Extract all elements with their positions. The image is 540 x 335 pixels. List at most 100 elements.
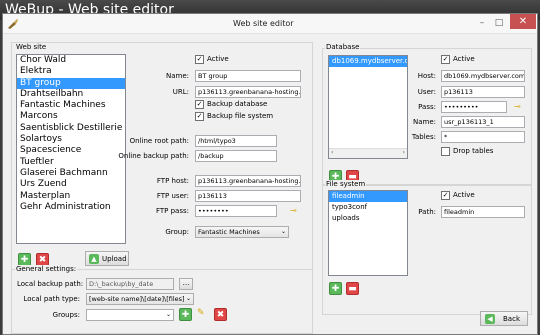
website-list-item[interactable]: Fantastic Machines [17,100,125,111]
local-path-type-select[interactable]: [web-site name]\[date]\[files] ⌄ [86,293,194,305]
group-select[interactable]: Fantastic Machines ⌄ [195,226,289,238]
add-group-button[interactable]: ✚ [179,308,192,321]
website-list-item[interactable]: Tueftler [17,157,125,168]
ftp-user-label: FTP user: [156,192,189,200]
remove-group-button[interactable]: ✖ [214,308,227,321]
browse-button[interactable]: ... [179,278,193,290]
fs-active-label: Active [453,191,475,199]
minimize-button[interactable]: – [475,17,489,29]
ftp-user-input[interactable]: p136113 [195,190,301,202]
filesystem-list-item[interactable]: uploads [329,213,407,224]
drop-tables-checkbox[interactable] [441,147,450,156]
website-list-item[interactable]: Drahtseilbahn [17,89,125,100]
website-list-item[interactable]: Spacescience [17,145,125,156]
website-group-label: Web site [15,43,48,51]
db-name-label: Name: [412,118,436,126]
ftp-host-label: FTP host: [156,177,189,185]
local-path-type-label: Local path type: [23,295,80,303]
group-label: Group: [165,228,189,236]
website-list-item[interactable]: BT group [17,77,125,89]
website-list-item[interactable]: Chor Wald [17,55,125,66]
maximize-button[interactable]: □ [492,17,506,29]
website-list-item[interactable]: Saentisblick Destillerie [17,123,125,134]
scroll-right-icon[interactable]: › [403,149,405,156]
close-button[interactable]: ✕ [510,14,536,29]
remove-filesystem-button[interactable]: ▬ [346,282,359,295]
db-tables-label: Tables: [411,133,436,141]
db-host-input[interactable]: db1069.mydbserver.com [441,70,525,82]
name-label: Name: [165,72,189,80]
local-path-type-value: [web-site name]\[date]\[files] [89,295,185,303]
app-icon [8,19,18,29]
backup-database-label: Backup database [207,100,268,108]
website-list-item[interactable]: Masterplan [17,191,125,202]
ftp-pass-label: FTP pass: [155,207,189,215]
db-user-input[interactable]: p136113 [441,86,525,98]
online-root-label: Online root path: [129,137,189,145]
db-name-input[interactable]: usr_p136113_1 [441,116,525,128]
group-select-value: Fantastic Machines [198,228,260,236]
local-backup-label: Local backup path: [17,280,84,288]
fs-active-checkbox[interactable]: ✓ [441,191,450,200]
db-host-label: Host: [417,72,436,80]
name-input[interactable]: BT group [195,70,301,82]
fs-path-input[interactable]: fileadmin [441,206,525,218]
backup-database-checkbox[interactable]: ✓ [195,100,204,109]
upload-button[interactable]: ▲ Upload [85,251,129,266]
filesystem-group-label: File system [325,180,367,188]
website-list[interactable]: Chor Wald Elektra BT group Drahtseilbahn Fan… [16,54,126,244]
window-title: Web site editor [233,19,294,28]
db-user-label: User: [417,88,436,96]
database-list[interactable]: db1069.mydbserver.com‹› [328,55,408,159]
db-tables-input[interactable]: * [441,131,525,143]
database-list-scrollbar[interactable]: ‹ › [329,148,407,158]
filesystem-list[interactable]: fileadmin typo3conf uploads [328,190,408,276]
ftp-host-input[interactable]: p136113.greenbanana-hosting.com [195,175,301,187]
ftp-pass-input[interactable]: •••••••• [195,205,277,217]
online-backup-label: Online backup path: [118,152,189,160]
chevron-down-icon: ⌄ [280,228,286,235]
general-settings-label: General settings: [15,265,78,273]
backup-filesystem-label: Backup file system [207,112,274,120]
chevron-down-icon: ⌄ [165,311,171,318]
website-list-item[interactable]: Solartoys [17,134,125,145]
groups-label: Groups: [52,311,80,319]
online-root-input[interactable]: /html/typo3 [195,135,277,147]
database-list-item[interactable]: db1069.mydbserver.com [329,56,407,67]
fs-path-label: Path: [418,208,436,216]
back-arrow-icon: ◀ [485,314,495,324]
local-backup-input[interactable]: D:\_backup\by_date [86,278,174,290]
db-active-checkbox[interactable]: ✓ [441,55,450,64]
website-list-item[interactable]: Marcons [17,111,125,122]
website-list-item[interactable]: Gehr Administration [17,202,125,213]
show-db-password-key-icon[interactable]: ⊸ [514,102,521,111]
url-label: URL: [172,88,189,96]
website-list-item[interactable]: Urs Zuend [17,179,125,190]
website-list-item[interactable]: Elektra [17,66,125,77]
groups-select[interactable]: ⌄ [86,309,174,321]
website-list-item[interactable]: Glaserei Bachmann [17,168,125,179]
active-label: Active [207,55,229,63]
db-pass-input[interactable]: ••••••••• [441,101,507,113]
back-label: Back [503,315,520,323]
filesystem-list-item[interactable]: fileadmin [329,191,407,202]
edit-group-pencil-icon[interactable]: ✎ [197,308,210,321]
upload-icon: ▲ [89,254,99,264]
database-group-label: Database [325,43,361,51]
backup-filesystem-checkbox[interactable]: ✓ [195,112,204,121]
chevron-down-icon: ⌄ [185,295,191,302]
scroll-left-icon[interactable]: ‹ [331,149,333,156]
online-backup-input[interactable]: /backup [195,150,277,162]
drop-tables-label: Drop tables [453,147,494,155]
active-checkbox[interactable]: ✓ [195,55,204,64]
url-input[interactable]: p136113.greenbanana-hosting.com [195,86,301,98]
show-password-key-icon[interactable]: ⊸ [290,206,297,215]
filesystem-list-item[interactable]: typo3conf [329,202,407,213]
upload-label: Upload [102,255,127,263]
back-button[interactable]: ◀ Back [480,311,528,326]
add-filesystem-button[interactable]: ✚ [329,282,342,295]
window-titlebar: Web site editor – □ ✕ [3,14,537,34]
db-pass-label: Pass: [418,103,436,111]
db-active-label: Active [453,55,475,63]
editor-window: Web site editor – □ ✕ Web site Chor Wald… [2,13,538,335]
